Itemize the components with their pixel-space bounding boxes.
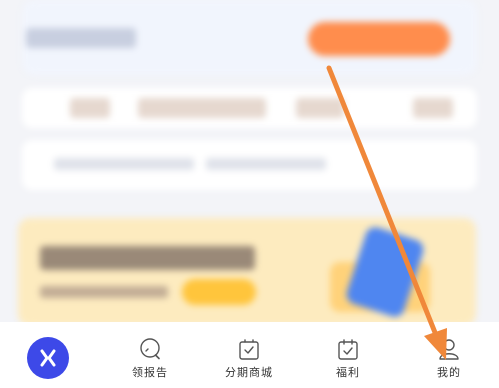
bottom-tab-bar: 领报告 分期商城 福利 我的 bbox=[0, 322, 499, 388]
filter-tab[interactable] bbox=[413, 98, 453, 118]
filter-tab[interactable] bbox=[70, 98, 110, 118]
tab-welfare[interactable]: 福利 bbox=[303, 322, 393, 388]
tab-mall-label: 分期商城 bbox=[225, 366, 273, 379]
home-logo-icon bbox=[40, 349, 56, 367]
info-text bbox=[206, 158, 326, 170]
tab-welfare-label: 福利 bbox=[336, 366, 360, 379]
report-magnifier-icon bbox=[140, 338, 160, 360]
filter-tab[interactable] bbox=[138, 98, 266, 118]
banner-title-placeholder bbox=[40, 246, 255, 270]
tab-report-label: 领报告 bbox=[132, 366, 168, 379]
tab-mine-label: 我的 bbox=[437, 366, 461, 379]
card-title-placeholder bbox=[26, 28, 136, 48]
banner-cta-button[interactable] bbox=[182, 279, 256, 305]
card-action-button[interactable] bbox=[308, 22, 450, 56]
tab-mine[interactable]: 我的 bbox=[404, 322, 494, 388]
banner-subtitle-placeholder bbox=[40, 286, 168, 298]
shopping-bag-icon bbox=[239, 339, 259, 360]
user-profile-icon bbox=[439, 339, 459, 360]
tab-mall[interactable]: 分期商城 bbox=[204, 322, 294, 388]
tab-home[interactable] bbox=[27, 337, 69, 379]
tab-report[interactable]: 领报告 bbox=[105, 322, 195, 388]
calendar-gift-icon bbox=[338, 339, 358, 360]
filter-tab[interactable] bbox=[296, 98, 344, 118]
info-text bbox=[54, 158, 194, 170]
